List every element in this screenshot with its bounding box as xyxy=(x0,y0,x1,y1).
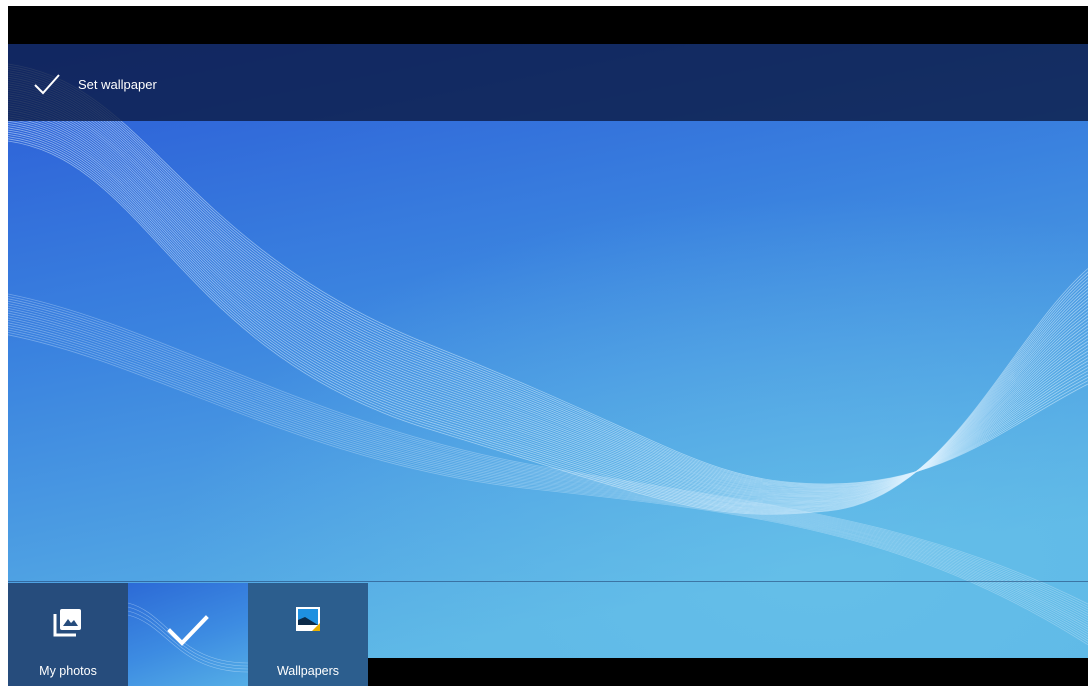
current-wallpaper-tile[interactable] xyxy=(128,583,248,686)
wallpaper-preview: Set wallpaper xyxy=(8,44,1088,658)
wallpapers-label: Wallpapers xyxy=(276,664,340,678)
wallpapers-tile[interactable]: Wallpapers xyxy=(248,583,368,686)
wallpaper-icon xyxy=(293,605,323,640)
photo-library-icon xyxy=(51,605,85,644)
checkmark-icon xyxy=(30,68,64,100)
selected-checkmark-icon xyxy=(166,613,210,654)
wallpaper-tray: My photos Wallpapers xyxy=(8,583,368,686)
set-wallpaper-button[interactable]: Set wallpaper xyxy=(30,68,157,100)
set-wallpaper-label: Set wallpaper xyxy=(78,76,157,92)
divider xyxy=(8,581,1088,582)
status-bar xyxy=(8,6,1088,44)
screen: Set wallpaper My photos Wallpapers xyxy=(8,6,1088,686)
my-photos-tile[interactable]: My photos xyxy=(8,583,128,686)
my-photos-label: My photos xyxy=(39,664,97,678)
action-bar: Set wallpaper xyxy=(8,44,1088,121)
